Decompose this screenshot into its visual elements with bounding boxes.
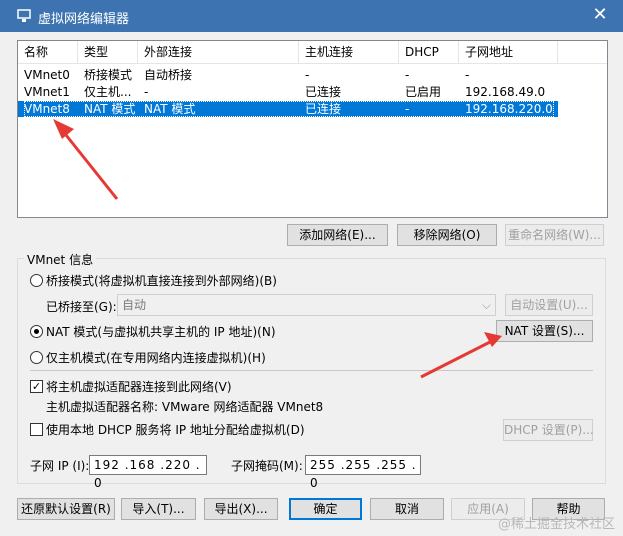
column-header-subnet[interactable]: 子网地址	[459, 41, 558, 63]
cell-external: 自动桥接	[144, 68, 193, 82]
vmnet-info-group	[17, 258, 606, 484]
auto-settings-button[interactable]: 自动设置(U)...	[505, 294, 593, 316]
cell-host: -	[305, 68, 310, 82]
export-button[interactable]: 导出(X)...	[204, 498, 278, 520]
bridged-to-label: 已桥接至(G):	[46, 300, 117, 314]
cell-name: VMnet1	[24, 85, 70, 99]
cancel-button[interactable]: 取消	[370, 498, 444, 520]
network-list[interactable]: 名称 类型 外部连接 主机连接 DHCP 子网地址 VMnet0 桥接模式 自动…	[17, 40, 608, 218]
nat-mode-label[interactable]: NAT 模式(与虚拟机共享主机的 IP 地址)(N)	[46, 323, 276, 340]
bridge-mode-label[interactable]: 桥接模式(将虚拟机直接连接到外部网络)(B)	[46, 272, 277, 289]
table-row[interactable]: VMnet0 桥接模式 自动桥接 - - -	[18, 67, 558, 83]
title-bar[interactable]: 虚拟网络编辑器 ✕	[0, 0, 623, 32]
add-network-button[interactable]: 添加网络(E)...	[287, 224, 388, 246]
connect-adapter-checkbox[interactable]: ✓	[30, 380, 43, 393]
bridged-to-select[interactable]: 自动 ⌵	[117, 294, 496, 316]
dhcp-checkbox[interactable]	[30, 423, 43, 436]
column-header-host[interactable]: 主机连接	[299, 41, 399, 63]
column-header-name[interactable]: 名称	[18, 41, 78, 63]
cell-external: -	[144, 85, 149, 99]
adapter-name-text: 主机虚拟适配器名称: VMware 网络适配器 VMnet8	[46, 400, 324, 414]
close-icon[interactable]: ✕	[577, 0, 623, 32]
dhcp-settings-button[interactable]: DHCP 设置(P)...	[503, 419, 594, 441]
watermark: @稀土掘金技术社区	[497, 517, 615, 532]
cell-host: 已连接	[305, 102, 342, 116]
dhcp-label[interactable]: 使用本地 DHCP 服务将 IP 地址分配给虚拟机(D)	[46, 421, 305, 438]
cell-dhcp: -	[405, 102, 410, 116]
cell-dhcp: 已启用	[405, 85, 442, 99]
cell-type: 桥接模式	[84, 68, 133, 82]
cell-name: VMnet8	[24, 102, 70, 116]
cell-subnet: 192.168.220.0	[465, 102, 553, 116]
import-button[interactable]: 导入(T)...	[121, 498, 196, 520]
table-row[interactable]: VMnet1 仅主机... - 已连接 已启用 192.168.49.0	[18, 84, 558, 100]
cell-name: VMnet0	[24, 68, 70, 82]
window-title: 虚拟网络编辑器	[38, 12, 130, 27]
host-only-radio[interactable]	[30, 351, 43, 364]
nat-settings-button[interactable]: NAT 设置(S)...	[496, 320, 593, 342]
subnet-mask-field[interactable]: 255 .255 .255 . 0	[305, 455, 421, 490]
cell-subnet: -	[465, 68, 470, 82]
cell-type: 仅主机...	[84, 85, 132, 99]
cell-host: 已连接	[305, 85, 342, 99]
nat-mode-radio[interactable]	[30, 325, 43, 338]
cell-dhcp: -	[405, 68, 410, 82]
host-only-label[interactable]: 仅主机模式(在专用网络内连接虚拟机)(H)	[46, 349, 266, 366]
cell-subnet: 192.168.49.0	[465, 85, 546, 99]
app-network-icon	[17, 9, 31, 22]
cell-type: NAT 模式	[84, 102, 136, 116]
column-header-type[interactable]: 类型	[78, 41, 138, 63]
connect-adapter-label[interactable]: 将主机虚拟适配器连接到此网络(V)	[46, 378, 232, 395]
group-title: VMnet 信息	[24, 251, 97, 268]
virtual-network-editor-window: 虚拟网络编辑器 ✕ 名称 类型 外部连接 主机连接 DHCP 子网地址 VMne…	[0, 0, 623, 536]
ok-button[interactable]: 确定	[289, 498, 362, 520]
divider	[30, 370, 593, 371]
restore-defaults-button[interactable]: 还原默认设置(R)	[17, 498, 115, 520]
table-row-selected[interactable]: VMnet8 NAT 模式 NAT 模式 已连接 - 192.168.220.0	[18, 101, 558, 117]
column-header-dhcp[interactable]: DHCP	[399, 41, 459, 63]
rename-network-button[interactable]: 重命名网络(W)...	[505, 224, 604, 246]
remove-network-button[interactable]: 移除网络(O)	[397, 224, 497, 246]
cell-external: NAT 模式	[144, 102, 196, 116]
bridged-to-value: 自动	[122, 298, 147, 312]
subnet-ip-field[interactable]: 192 .168 .220 . 0	[89, 455, 207, 490]
list-header: 名称 类型 外部连接 主机连接 DHCP 子网地址	[18, 41, 607, 64]
chevron-down-icon: ⌵	[481, 298, 491, 312]
subnet-ip-label: 子网 IP (I):	[30, 459, 90, 473]
subnet-mask-label: 子网掩码(M):	[231, 459, 303, 473]
bridge-mode-radio[interactable]	[30, 274, 43, 287]
column-header-external[interactable]: 外部连接	[138, 41, 299, 63]
